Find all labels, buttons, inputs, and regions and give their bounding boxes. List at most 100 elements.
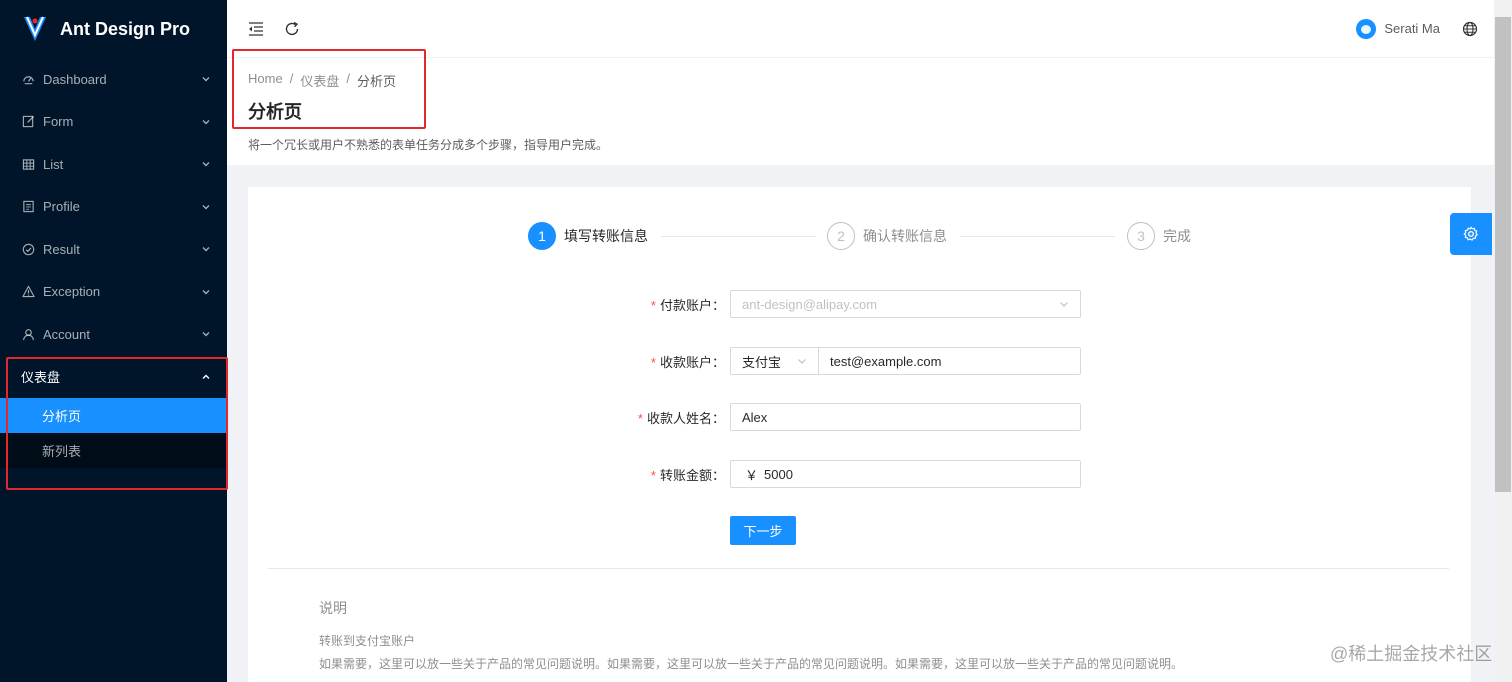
sidebar-item-list[interactable]: List <box>0 143 227 186</box>
page-description: 将一个冗长或用户不熟悉的表单任务分成多个步骤，指导用户完成。 <box>248 138 609 152</box>
step-number: 1 <box>528 222 556 250</box>
description-heading: 转账到支付宝账户 <box>319 634 416 648</box>
step-connector <box>661 236 816 237</box>
step-2: 2 确认转账信息 <box>827 222 947 250</box>
reload-icon[interactable] <box>282 19 302 39</box>
chevron-up-icon <box>202 374 210 379</box>
avatar[interactable] <box>1356 18 1377 39</box>
sidebar-item-exception[interactable]: Exception <box>0 271 227 314</box>
profile-icon <box>21 200 35 214</box>
sidebar-item-label: Profile <box>43 199 80 215</box>
user-icon <box>21 327 35 341</box>
chevron-down-icon <box>201 159 211 169</box>
step-label: 填写转账信息 <box>564 228 648 244</box>
watermark: @稀土掘金技术社区 <box>1330 644 1493 664</box>
breadcrumb-separator: / <box>289 71 294 86</box>
form-label: * 付款账户： <box>650 297 725 313</box>
scrollbar[interactable] <box>1494 0 1512 682</box>
chevron-down-icon <box>201 329 211 339</box>
sidebar-item-label: Account <box>43 326 90 342</box>
account-type-select[interactable]: 支付宝 <box>731 348 819 374</box>
form-icon <box>21 115 35 129</box>
input-value: 5000 <box>764 466 793 482</box>
divider <box>268 568 1449 569</box>
chevron-down-icon <box>1060 302 1068 307</box>
sidebar-group-dashboard-cn[interactable]: 仪表盘 <box>0 356 227 399</box>
steps: 1 填写转账信息 2 确认转账信息 3 完成 <box>528 222 1193 252</box>
step-label: 确认转账信息 <box>863 228 947 244</box>
sidebar-item-new-list[interactable]: 新列表 <box>0 433 227 468</box>
sidebar-item-label: Result <box>43 241 80 257</box>
app-title: Ant Design Pro <box>60 18 191 39</box>
receiver-account-group: 支付宝 test@example.com <box>730 347 1081 375</box>
menu-fold-icon[interactable] <box>246 19 266 39</box>
settings-drawer-button[interactable] <box>1450 213 1492 255</box>
form-label: * 转账金额： <box>650 467 725 483</box>
chevron-down-icon <box>201 287 211 297</box>
user-name[interactable]: Serati Ma <box>1384 21 1440 36</box>
scrollbar-thumb[interactable] <box>1495 17 1511 492</box>
page-header: Home / 仪表盘 / 分析页 分析页 将一个冗长或用户不熟悉的表单任务分成多… <box>227 58 1494 165</box>
sidebar-item-profile[interactable]: Profile <box>0 186 227 229</box>
pay-account-select[interactable]: ant-design@alipay.com <box>730 290 1081 318</box>
sidebar-item-label: Exception <box>43 284 101 300</box>
warning-icon <box>21 285 35 299</box>
sidebar-item-analysis[interactable]: 分析页 <box>0 398 227 433</box>
step-number: 2 <box>827 222 855 250</box>
sidebar-item-form[interactable]: Form <box>0 101 227 144</box>
breadcrumb-home[interactable]: Home <box>248 71 283 90</box>
header-right: Serati Ma <box>1356 18 1494 39</box>
currency-prefix: ￥ <box>745 467 759 483</box>
chevron-down-icon <box>201 117 211 127</box>
top-header: Serati Ma <box>227 0 1494 58</box>
step-form-card: 1 填写转账信息 2 确认转账信息 3 完成 * 付款账户： ant-design… <box>248 187 1471 682</box>
receiver-name-input[interactable]: Alex <box>730 403 1081 431</box>
logo-icon <box>24 16 46 41</box>
form-row-receiver-name: * 收款人姓名： Alex <box>248 403 1471 431</box>
sidebar-submenu: 分析页 新列表 <box>0 398 227 468</box>
table-icon <box>21 157 35 171</box>
step-3: 3 完成 <box>1127 222 1191 250</box>
form-row-amount: * 转账金额： ￥ 5000 <box>248 460 1471 488</box>
sidebar-item-label: 新列表 <box>42 444 82 459</box>
form-row-receiver-account: * 收款账户： 支付宝 test@example.com <box>248 347 1471 375</box>
step-1: 1 填写转账信息 <box>528 222 648 250</box>
dashboard-icon <box>21 72 35 86</box>
page-title: 分析页 <box>248 102 302 122</box>
sidebar-item-label: List <box>43 156 64 172</box>
breadcrumb-dashboard[interactable]: 仪表盘 <box>300 71 339 90</box>
input-value: Alex <box>742 409 768 425</box>
chevron-down-icon <box>201 74 211 84</box>
amount-input[interactable]: ￥ 5000 <box>730 460 1081 488</box>
receiver-account-input[interactable]: test@example.com <box>819 354 941 369</box>
step-number: 3 <box>1127 222 1155 250</box>
next-step-button[interactable]: 下一步 <box>730 516 796 545</box>
select-value: 支付宝 <box>742 354 782 370</box>
breadcrumb: Home / 仪表盘 / 分析页 <box>248 71 396 90</box>
sidebar-item-dashboard[interactable]: Dashboard <box>0 58 227 101</box>
sidebar-item-label: Dashboard <box>43 71 107 87</box>
check-circle-icon <box>21 242 35 256</box>
step-connector <box>960 236 1115 237</box>
sidebar-item-result[interactable]: Result <box>0 228 227 271</box>
description-title: 说明 <box>319 600 347 616</box>
breadcrumb-separator: / <box>346 71 350 86</box>
sidebar: Ant Design Pro Dashboard Form List Profile R… <box>0 0 227 682</box>
breadcrumb-current: 分析页 <box>356 74 396 89</box>
globe-icon[interactable] <box>1462 21 1478 37</box>
chevron-down-icon <box>798 359 806 364</box>
sidebar-item-label: 分析页 <box>42 409 82 424</box>
gear-icon <box>1463 226 1478 241</box>
form-label: * 收款人姓名： <box>637 410 725 426</box>
select-value: ant-design@alipay.com <box>742 296 878 312</box>
chevron-down-icon <box>201 244 211 254</box>
form-label: * 收款账户： <box>650 354 725 370</box>
sidebar-group-label: 仪表盘 <box>21 370 61 386</box>
form-row-pay-account: * 付款账户： ant-design@alipay.com <box>248 290 1471 318</box>
step-label: 完成 <box>1163 228 1191 244</box>
sidebar-item-label: Form <box>43 114 74 130</box>
logo[interactable]: Ant Design Pro <box>0 0 227 58</box>
sidebar-item-account[interactable]: Account <box>0 313 227 356</box>
chevron-down-icon <box>201 202 211 212</box>
description-text: 如果需要，这里可以放一些关于产品的常见问题说明。如果需要，这里可以放一些关于产品… <box>319 657 1184 671</box>
